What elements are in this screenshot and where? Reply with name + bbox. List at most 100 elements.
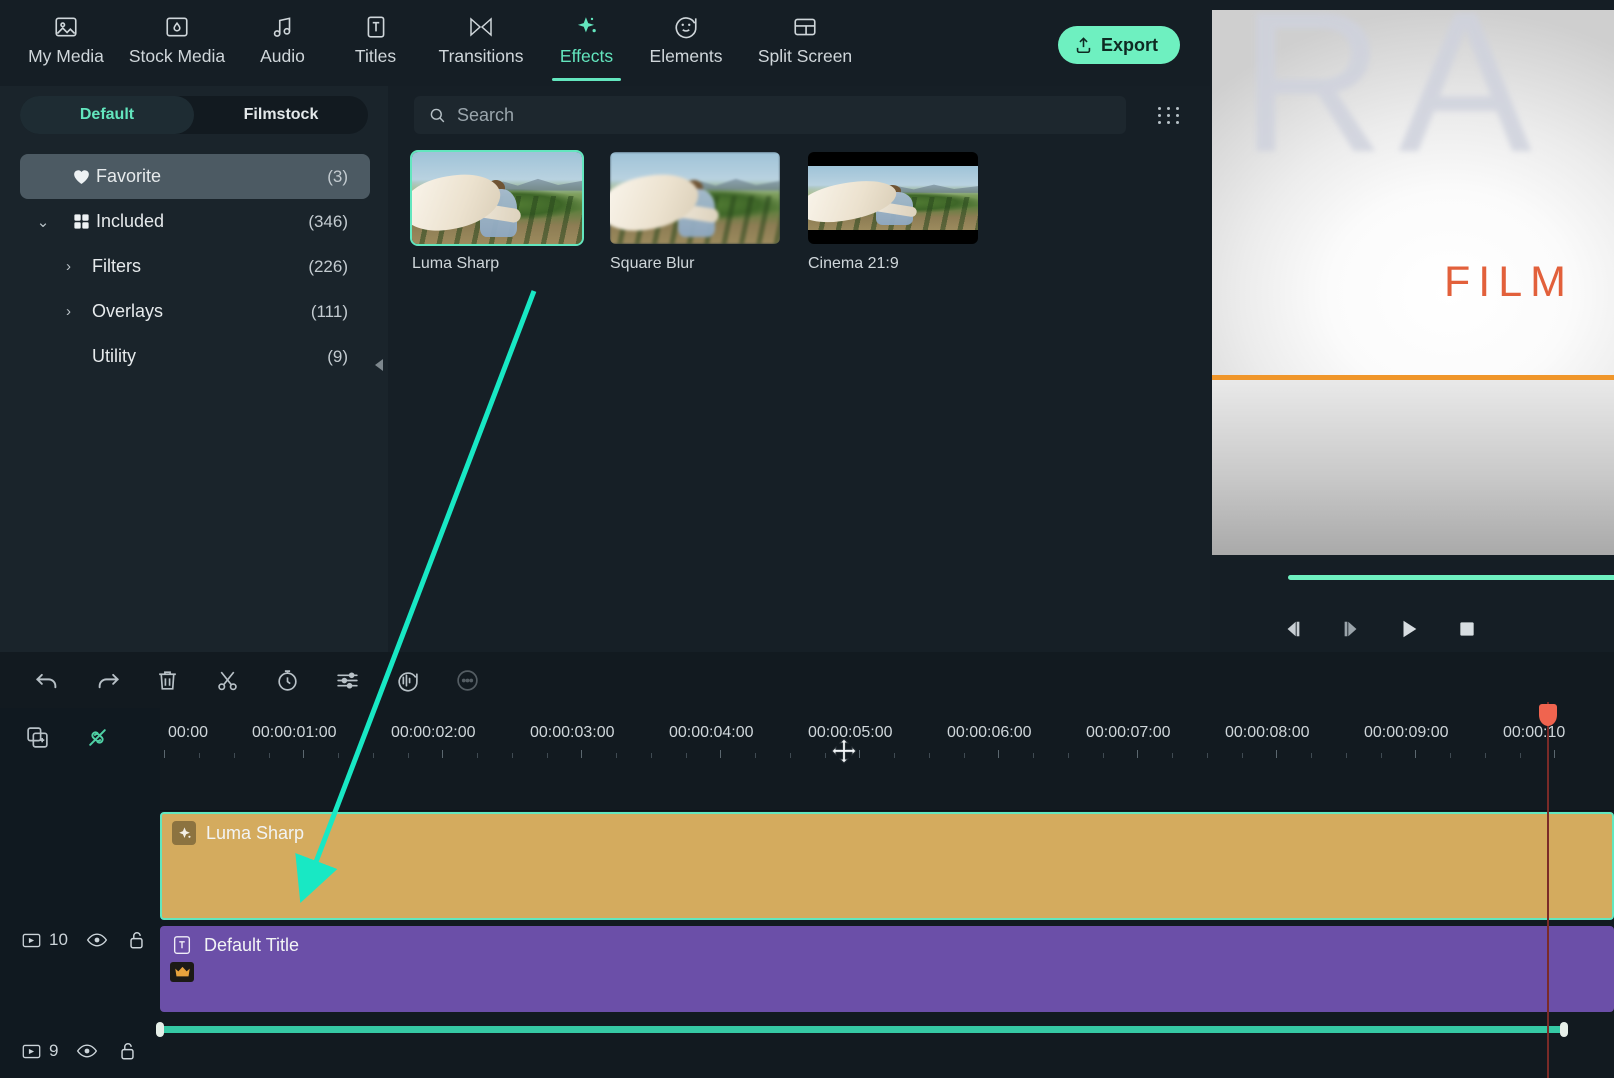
search-input[interactable] xyxy=(457,104,1112,126)
effect-thumbnail xyxy=(410,150,584,246)
ruler-tick-label: 00:00:03:00 xyxy=(530,724,615,741)
chevron-right-icon[interactable]: › xyxy=(20,303,92,320)
preview-lower-gradient xyxy=(1212,380,1614,555)
ruler-tick-label: 00:00:10 xyxy=(1503,724,1566,741)
text-box-icon xyxy=(170,933,194,957)
effect-thumbnail xyxy=(610,152,780,244)
nav-item-split-screen[interactable]: Split Screen xyxy=(739,0,871,82)
nav-item-my-media[interactable]: My Media xyxy=(14,0,118,82)
track-number-badge: 10 xyxy=(22,930,68,950)
unlock-icon[interactable] xyxy=(126,929,148,951)
chevron-right-icon[interactable]: › xyxy=(20,258,92,275)
trash-icon[interactable] xyxy=(150,663,184,697)
tab-default[interactable]: Default xyxy=(20,96,194,134)
nav-item-label: Transitions xyxy=(438,46,524,66)
effect-card-square-blur[interactable]: Square Blur xyxy=(610,152,780,273)
sidebar-item-favorite[interactable]: Favorite (3) xyxy=(20,154,370,199)
sidebar-item-included[interactable]: ⌄ Included (346) xyxy=(20,199,370,244)
effect-card-cinema-21-9[interactable]: Cinema 21:9 xyxy=(808,152,978,273)
source-tab-group: Default Filmstock xyxy=(20,96,368,134)
scissors-icon[interactable] xyxy=(210,663,244,697)
preview-stage[interactable]: RA FILM xyxy=(1212,10,1614,555)
sliders-icon[interactable] xyxy=(330,663,364,697)
effect-card-luma-sharp[interactable]: Luma Sharp xyxy=(410,150,584,273)
circle-more-icon[interactable] xyxy=(450,663,484,697)
export-button[interactable]: Export xyxy=(1057,26,1180,64)
sidebar-item-label: Included xyxy=(96,211,165,231)
ruler-tick-label: 00:00:05:00 xyxy=(808,724,893,741)
video-editor-window: My Media Stock Media Audio Titles Transi… xyxy=(0,0,1614,1078)
eye-icon[interactable] xyxy=(86,929,108,951)
dot-grid-icon[interactable] xyxy=(1154,100,1184,130)
timeline-clip-luma-sharp[interactable]: Luma Sharp xyxy=(160,812,1614,920)
music-note-icon xyxy=(270,12,296,42)
search-bar[interactable] xyxy=(414,96,1126,134)
nav-item-stock-media[interactable]: Stock Media xyxy=(118,0,236,82)
next-frame-button[interactable] xyxy=(1336,614,1366,644)
nav-item-audio[interactable]: Audio xyxy=(236,0,329,82)
track-header-column: 10 9 xyxy=(0,708,160,1078)
sidebar-item-count: (9) xyxy=(327,346,348,366)
playback-controls xyxy=(1278,608,1614,650)
sidebar-item-label: Favorite xyxy=(96,166,162,186)
stop-button[interactable] xyxy=(1452,614,1482,644)
track-number-label: 9 xyxy=(49,1041,59,1060)
undo-icon[interactable] xyxy=(30,663,64,697)
sidebar-item-utility[interactable]: Utility (9) xyxy=(20,334,370,379)
nav-item-titles[interactable]: Titles xyxy=(329,0,422,82)
timeline-clip-default-title[interactable]: Default Title xyxy=(160,926,1614,1012)
waveform-icon[interactable] xyxy=(390,663,424,697)
effects-browser-panel: Luma Sharp Square Blur Cinema 21:9 xyxy=(388,86,1210,652)
add-media-icon[interactable] xyxy=(22,722,52,752)
redo-icon[interactable] xyxy=(90,663,124,697)
effects-sidebar: Default Filmstock Favorite (3) ⌄ Include… xyxy=(0,86,388,652)
tab-filmstock[interactable]: Filmstock xyxy=(194,96,368,134)
scrollbar-handle-right[interactable] xyxy=(1560,1022,1568,1037)
stopwatch-icon[interactable] xyxy=(270,663,304,697)
ruler-tick-label: 00:00:04:00 xyxy=(669,724,754,741)
preview-panel: RA FILM xyxy=(1210,0,1614,652)
nav-item-effects[interactable]: Effects xyxy=(540,0,633,82)
ruler-tick-label: 00:00:09:00 xyxy=(1364,724,1449,741)
sidebar-item-overlays[interactable]: › Overlays (111) xyxy=(20,289,370,334)
top-navigation-bar: My Media Stock Media Audio Titles Transi… xyxy=(0,0,1210,86)
preview-overlay-top-text: RA xyxy=(1240,10,1546,194)
playhead-handle[interactable] xyxy=(1539,704,1557,726)
stock-media-icon xyxy=(164,12,190,42)
effect-name: Square Blur xyxy=(610,255,695,272)
scrollbar-thumb[interactable] xyxy=(160,1026,1566,1033)
ruler-tick-label: 00:00:08:00 xyxy=(1225,724,1310,741)
video-track-icon xyxy=(22,1043,41,1060)
export-label: Export xyxy=(1100,34,1158,55)
upload-icon xyxy=(1074,36,1093,55)
preview-scrubber[interactable] xyxy=(1288,575,1614,580)
timeline-horizontal-scrollbar[interactable] xyxy=(156,1020,1614,1040)
sidebar-item-filters[interactable]: › Filters (226) xyxy=(20,244,370,289)
eye-icon[interactable] xyxy=(76,1040,98,1062)
preview-overlay-title-text: FILM xyxy=(1444,258,1574,306)
collapse-left-icon[interactable] xyxy=(372,348,386,382)
timeline-left-actions xyxy=(22,722,112,752)
sidebar-item-count: (111) xyxy=(310,301,348,321)
scrollbar-handle-left[interactable] xyxy=(156,1022,164,1037)
track-header-9: 9 xyxy=(0,1033,160,1069)
tab-filmstock-label: Filmstock xyxy=(243,106,319,123)
play-button[interactable] xyxy=(1394,614,1424,644)
unlock-icon[interactable] xyxy=(116,1040,138,1062)
effect-thumbnail xyxy=(808,152,978,244)
nav-item-label: My Media xyxy=(28,46,104,66)
nav-item-label: Elements xyxy=(649,46,723,66)
previous-frame-button[interactable] xyxy=(1278,614,1308,644)
timeline-ruler[interactable]: 00:00 00:00:01:00 00:00:02:00 00:00:03:0… xyxy=(160,708,1614,758)
ruler-tick-label: 00:00:06:00 xyxy=(947,724,1032,741)
nav-item-elements[interactable]: Elements xyxy=(633,0,739,82)
video-track-icon xyxy=(22,932,41,949)
effect-name: Luma Sharp xyxy=(412,255,500,272)
sparkle-icon xyxy=(574,12,600,42)
clip-label: Default Title xyxy=(204,934,300,955)
nav-item-transitions[interactable]: Transitions xyxy=(422,0,540,82)
chevron-down-icon[interactable]: ⌄ xyxy=(20,213,66,231)
unlink-icon[interactable] xyxy=(82,722,112,752)
transition-icon xyxy=(467,12,495,42)
split-screen-icon xyxy=(792,12,818,42)
